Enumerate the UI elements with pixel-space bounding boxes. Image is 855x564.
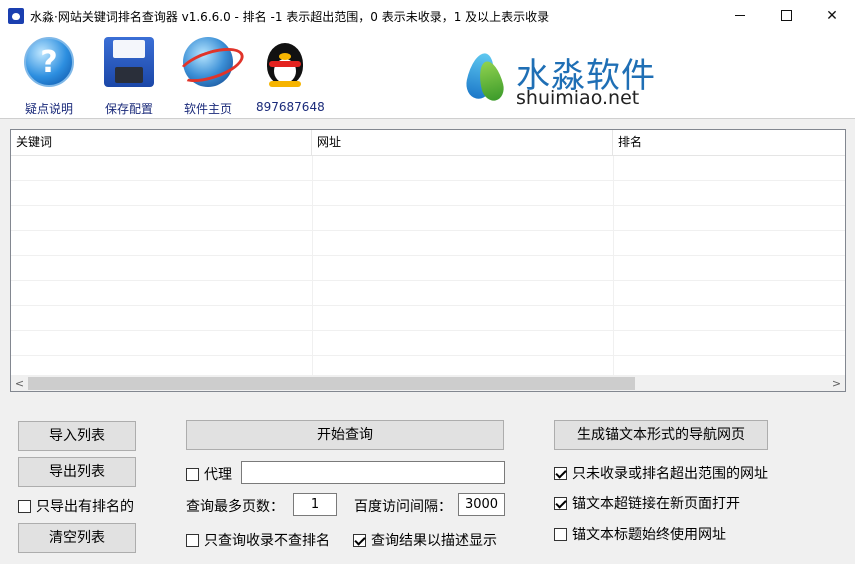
- import-list-button[interactable]: 导入列表: [18, 421, 136, 451]
- table-rows-area: [11, 156, 845, 375]
- only-index-label: 只查询收录不查排名: [204, 533, 330, 549]
- qq-button[interactable]: 897687648: [256, 37, 325, 114]
- close-button[interactable]: ✕: [809, 0, 855, 31]
- homepage-label: 软件主页: [183, 102, 232, 116]
- globe-icon: [183, 37, 233, 87]
- checkbox-box-checked[interactable]: [554, 496, 567, 510]
- brand-domain: shuimiao.net: [516, 87, 640, 109]
- table-header: 关键词 网址 排名: [11, 130, 845, 156]
- help-label: 疑点说明: [24, 102, 73, 116]
- column-header-url[interactable]: 网址: [312, 130, 613, 156]
- column-header-keyword[interactable]: 关键词: [11, 130, 312, 156]
- open-new-page-label: 锚文本超链接在新页面打开: [572, 496, 740, 512]
- export-list-button[interactable]: 导出列表: [18, 457, 136, 487]
- column-divider: [312, 156, 313, 375]
- desc-display-label: 查询结果以描述显示: [371, 533, 497, 549]
- interval-label: 百度访问间隔：: [354, 499, 452, 515]
- title-bar: 水淼·网站关键词排名查询器 v1.6.6.0 - 排名 -1 表示超出范围，0 …: [0, 0, 855, 31]
- title-use-url-checkbox[interactable]: 锚文本标题始终使用网址: [554, 524, 726, 544]
- column-divider: [613, 156, 614, 375]
- help-icon: [24, 37, 74, 87]
- generate-nav-page-button[interactable]: 生成锚文本形式的导航网页: [554, 420, 768, 450]
- proxy-input[interactable]: [241, 461, 505, 484]
- interval-input[interactable]: 3000: [458, 493, 505, 516]
- only-index-checkbox[interactable]: 只查询收录不查排名: [186, 530, 330, 550]
- max-pages-label: 查询最多页数：: [186, 499, 284, 515]
- max-pages-input[interactable]: 1: [293, 493, 337, 516]
- results-list-view[interactable]: 关键词 网址 排名 < >: [10, 129, 846, 392]
- checkbox-box[interactable]: [186, 467, 199, 481]
- checkbox-box[interactable]: [554, 527, 567, 541]
- window-title: 水淼·网站关键词排名查询器 v1.6.6.0 - 排名 -1 表示超出范围，0 …: [30, 10, 550, 24]
- checkbox-box-checked[interactable]: [554, 466, 567, 480]
- scrollbar-thumb[interactable]: [28, 377, 635, 390]
- help-tool-button[interactable]: 疑点说明: [17, 37, 81, 117]
- start-query-button[interactable]: 开始查询: [186, 420, 504, 450]
- proxy-label: 代理: [204, 467, 232, 483]
- water-drop-logo-icon: [463, 47, 508, 104]
- column-header-rank[interactable]: 排名: [613, 130, 845, 156]
- minimize-button[interactable]: [717, 0, 763, 31]
- homepage-button[interactable]: 软件主页: [176, 37, 240, 117]
- clear-list-button[interactable]: 清空列表: [18, 523, 136, 553]
- title-use-url-label: 锚文本标题始终使用网址: [572, 527, 726, 543]
- checkbox-box[interactable]: [18, 499, 31, 513]
- only-export-ranked-label: 只导出有排名的: [36, 499, 134, 515]
- checkbox-box[interactable]: [186, 533, 199, 547]
- scroll-left-icon[interactable]: <: [11, 375, 28, 391]
- not-indexed-urls-label: 只未收录或排名超出范围的网址: [572, 466, 768, 482]
- brand-logo: 水淼软件 shuimiao.net: [463, 47, 666, 111]
- proxy-checkbox[interactable]: 代理: [186, 464, 232, 484]
- save-config-label: 保存配置: [104, 102, 153, 116]
- qq-number-label: 897687648: [256, 100, 325, 114]
- desc-display-checkbox[interactable]: 查询结果以描述显示: [353, 530, 497, 550]
- maximize-button[interactable]: [763, 0, 809, 31]
- only-export-ranked-checkbox[interactable]: 只导出有排名的: [18, 496, 134, 516]
- scroll-right-icon[interactable]: >: [828, 375, 845, 391]
- qq-penguin-icon: [263, 37, 313, 87]
- floppy-disk-icon: [104, 37, 154, 87]
- open-new-page-checkbox[interactable]: 锚文本超链接在新页面打开: [554, 493, 740, 513]
- save-config-button[interactable]: 保存配置: [97, 37, 161, 117]
- checkbox-box-checked[interactable]: [353, 533, 366, 547]
- toolbar: 疑点说明 保存配置 软件主页 897687648 水淼软件 shuimiao.n…: [0, 31, 855, 119]
- app-paw-icon: [8, 8, 24, 24]
- horizontal-scrollbar[interactable]: < >: [11, 375, 845, 391]
- not-indexed-urls-checkbox[interactable]: 只未收录或排名超出范围的网址: [554, 463, 768, 483]
